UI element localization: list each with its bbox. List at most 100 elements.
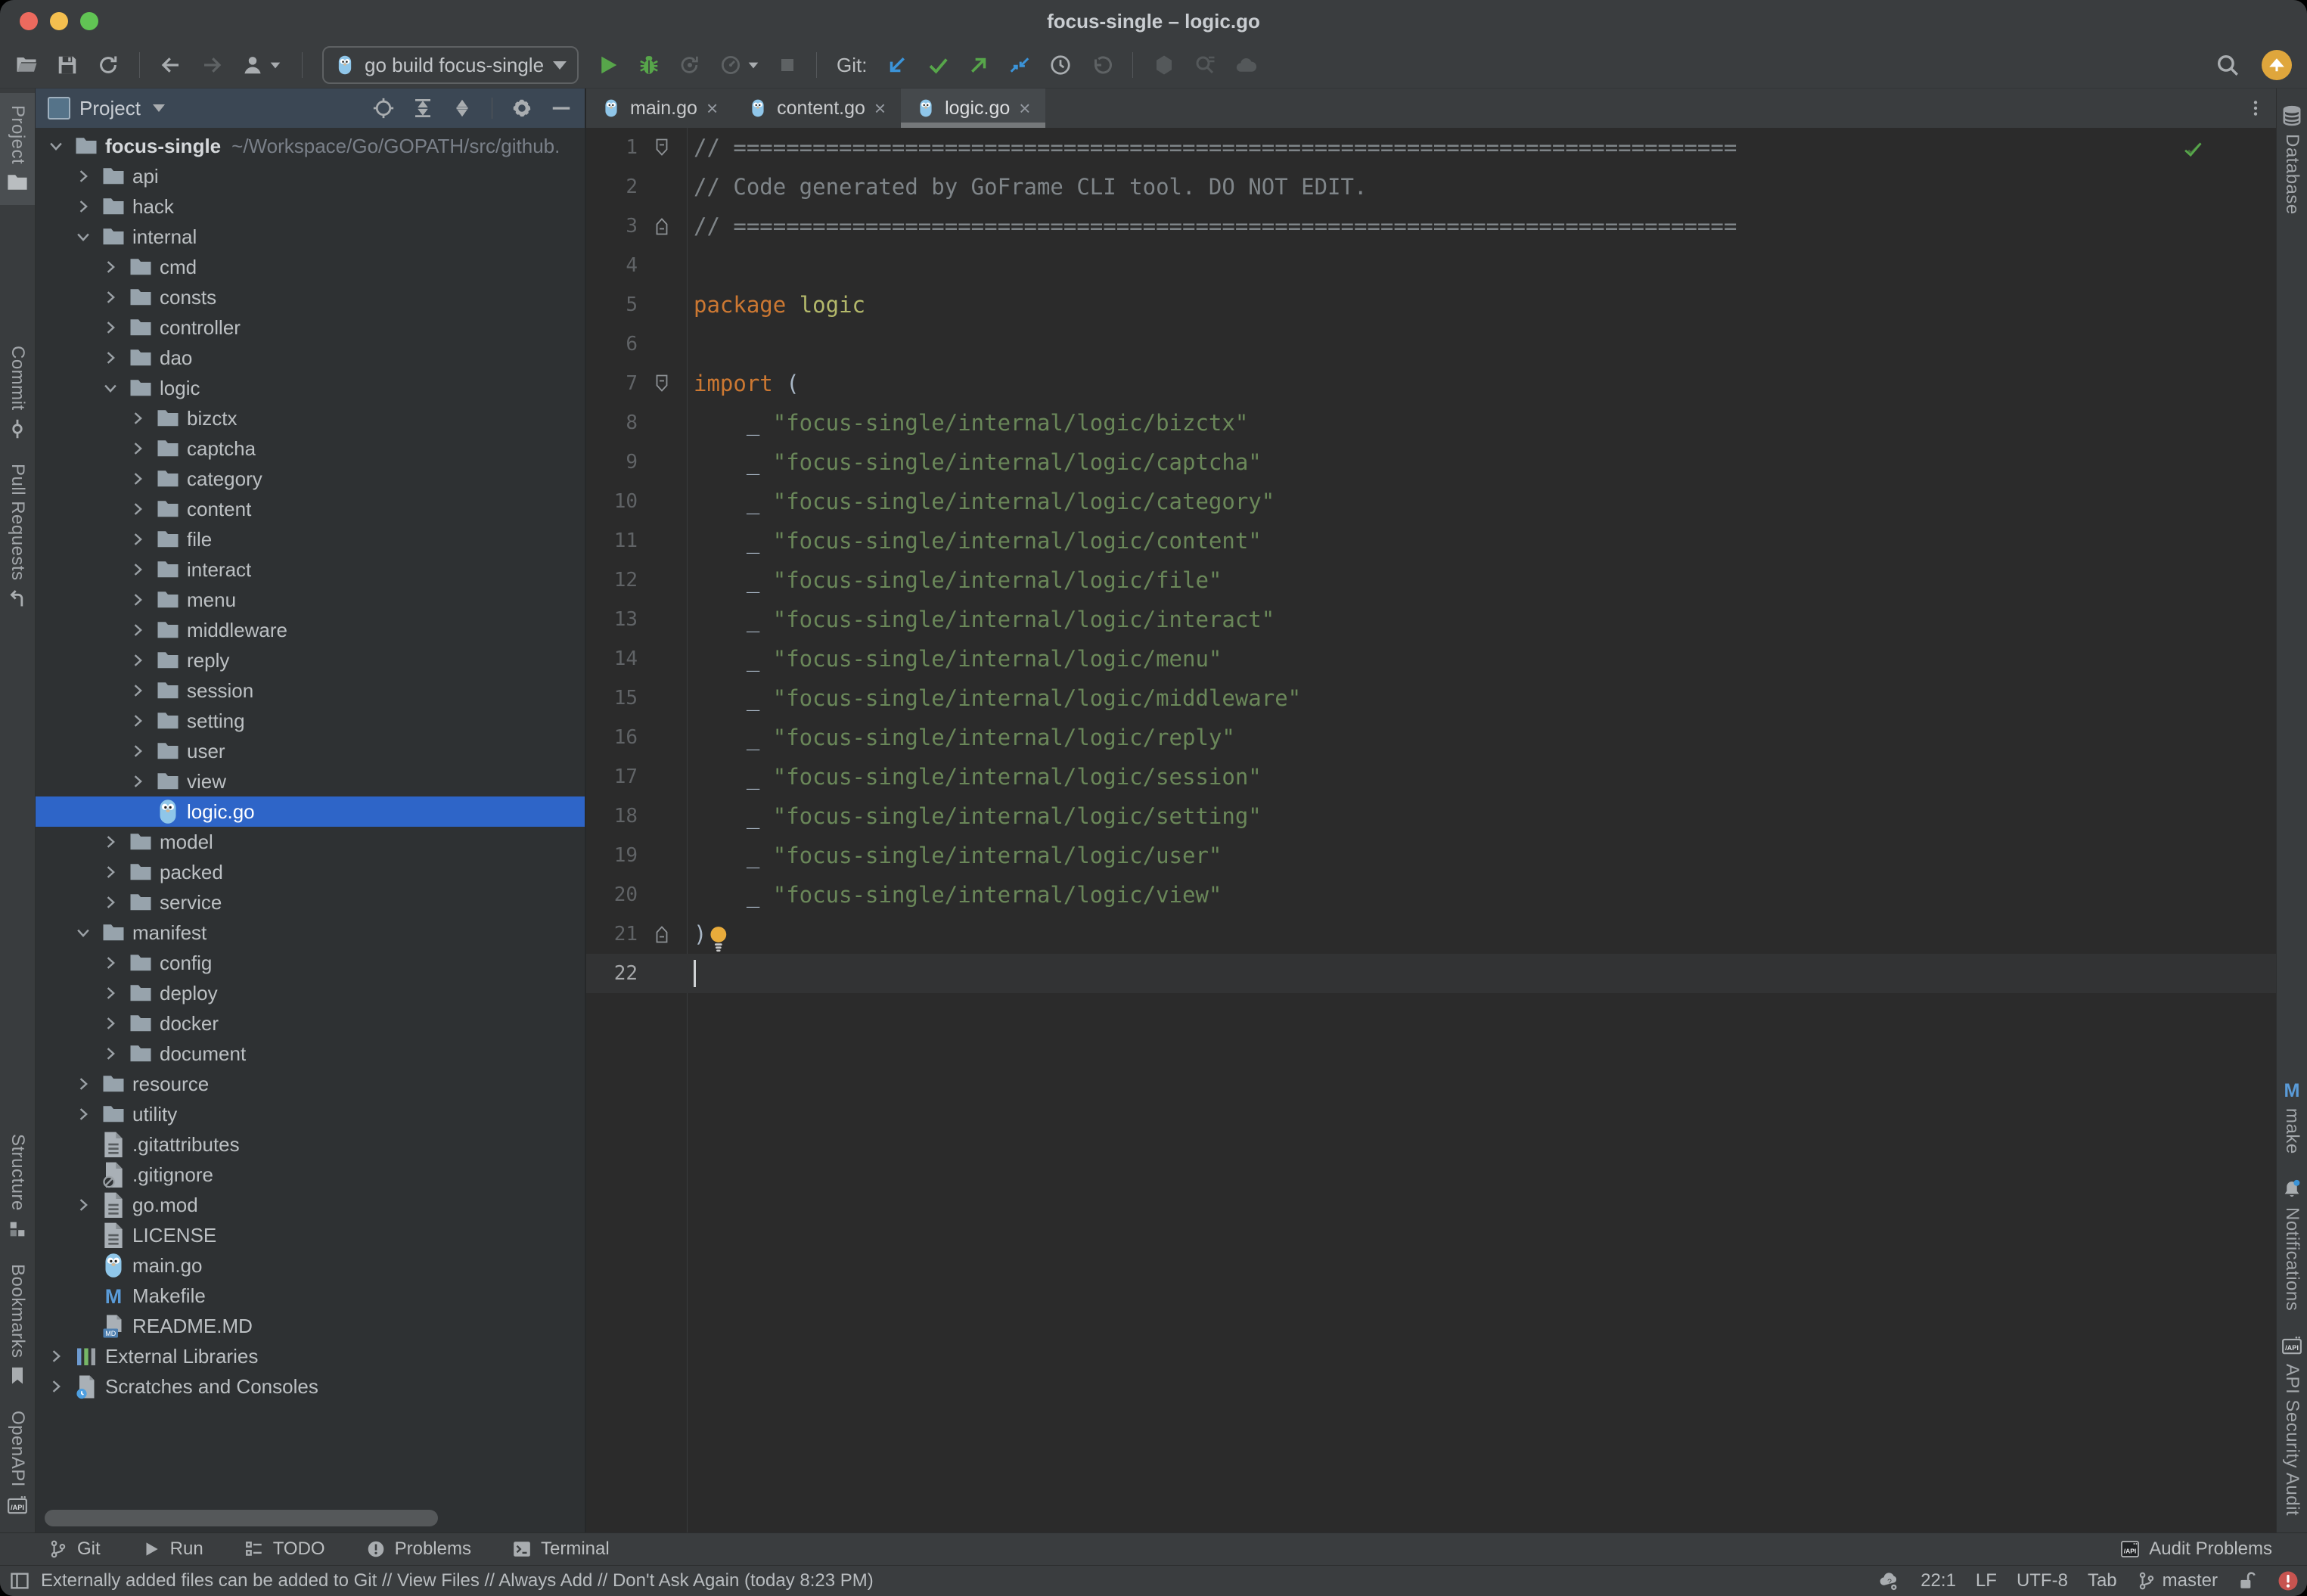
tool-window-button-openapi[interactable]: OpenAPI/API bbox=[0, 1399, 35, 1528]
chevron-down-icon[interactable] bbox=[75, 924, 102, 941]
tree-item-service[interactable]: service bbox=[36, 887, 585, 918]
code-line[interactable]: 16 _ "focus-single/internal/logic/reply" bbox=[586, 718, 2276, 757]
chevron-down-icon[interactable] bbox=[48, 138, 75, 154]
git-push-icon[interactable] bbox=[967, 54, 990, 76]
debug-button[interactable] bbox=[638, 54, 660, 76]
tree-item-makefile[interactable]: MMakefile bbox=[36, 1281, 585, 1311]
chevron-right-icon[interactable] bbox=[102, 864, 129, 880]
chevron-right-icon[interactable] bbox=[102, 289, 129, 306]
fold-marker-icon[interactable] bbox=[638, 924, 686, 944]
lock-icon[interactable] bbox=[2237, 1571, 2257, 1591]
code-line[interactable]: 17 _ "focus-single/internal/logic/sessio… bbox=[586, 757, 2276, 796]
back-icon[interactable] bbox=[160, 54, 182, 76]
caret-position[interactable]: 22:1 bbox=[1920, 1570, 1956, 1591]
open-icon[interactable] bbox=[15, 54, 38, 76]
tree-item-consts[interactable]: consts bbox=[36, 282, 585, 312]
chevron-down-icon[interactable] bbox=[75, 228, 102, 245]
code-line[interactable]: 11 _ "focus-single/internal/logic/conten… bbox=[586, 521, 2276, 560]
user-menu[interactable] bbox=[241, 54, 282, 76]
tool-window-button-notifications[interactable]: Notifications bbox=[2277, 1166, 2307, 1323]
tree-item-docker[interactable]: docker bbox=[36, 1008, 585, 1039]
close-window-button[interactable] bbox=[20, 12, 38, 30]
tree-item-.gitattributes[interactable]: .gitattributes bbox=[36, 1129, 585, 1160]
expand-all-icon[interactable] bbox=[411, 97, 434, 120]
git-merge-icon[interactable] bbox=[1008, 54, 1031, 76]
error-indicator-icon[interactable] bbox=[2277, 1570, 2299, 1592]
code-line[interactable]: 9 _ "focus-single/internal/logic/captcha… bbox=[586, 442, 2276, 482]
intention-bulb-icon[interactable] bbox=[708, 925, 729, 952]
tree-item-setting[interactable]: setting bbox=[36, 706, 585, 736]
tree-item-deploy[interactable]: deploy bbox=[36, 978, 585, 1008]
select-opened-file-icon[interactable] bbox=[372, 97, 395, 120]
tool-window-button-terminal[interactable]: Terminal bbox=[512, 1539, 610, 1560]
reload-icon[interactable] bbox=[97, 54, 120, 76]
code-line[interactable]: 1// ====================================… bbox=[586, 128, 2276, 167]
tree-item-.gitignore[interactable]: .gitignore bbox=[36, 1160, 585, 1190]
status-message[interactable]: Externally added files can be added to G… bbox=[41, 1570, 874, 1591]
profiler-menu[interactable] bbox=[719, 54, 760, 76]
tree-item-captcha[interactable]: captcha bbox=[36, 433, 585, 464]
code-line[interactable]: 8 _ "focus-single/internal/logic/bizctx" bbox=[586, 403, 2276, 442]
inspections-ok-icon[interactable] bbox=[2182, 138, 2203, 160]
tree-item-packed[interactable]: packed bbox=[36, 857, 585, 887]
chevron-right-icon[interactable] bbox=[129, 531, 157, 548]
chevron-right-icon[interactable] bbox=[129, 743, 157, 759]
tree-item-interact[interactable]: interact bbox=[36, 554, 585, 585]
chevron-right-icon[interactable] bbox=[129, 773, 157, 790]
cloud-settings-icon[interactable]: ? bbox=[1878, 1570, 1901, 1592]
forward-icon[interactable] bbox=[200, 54, 223, 76]
tree-item-go.mod[interactable]: go.mod bbox=[36, 1190, 585, 1220]
chevron-right-icon[interactable] bbox=[129, 561, 157, 578]
tree-item-file[interactable]: file bbox=[36, 524, 585, 554]
cloud-icon[interactable] bbox=[1234, 54, 1257, 76]
tree-item-controller[interactable]: controller bbox=[36, 312, 585, 343]
history-icon[interactable] bbox=[1049, 54, 1072, 76]
tool-window-button-audit-problems[interactable]: /APIAudit Problems bbox=[2120, 1539, 2272, 1560]
tree-item-config[interactable]: config bbox=[36, 948, 585, 978]
tree-item-readme.md[interactable]: MDREADME.MD bbox=[36, 1311, 585, 1341]
code-line[interactable]: 13 _ "focus-single/internal/logic/intera… bbox=[586, 600, 2276, 639]
fold-marker-icon[interactable] bbox=[638, 138, 686, 157]
tool-window-button-structure[interactable]: Structure bbox=[0, 1122, 35, 1252]
file-encoding[interactable]: UTF-8 bbox=[2017, 1570, 2068, 1591]
run-button[interactable] bbox=[597, 54, 619, 76]
tool-window-button-database[interactable]: Database bbox=[2277, 93, 2307, 227]
code-line[interactable]: 15 _ "focus-single/internal/logic/middle… bbox=[586, 678, 2276, 718]
chevron-right-icon[interactable] bbox=[102, 834, 129, 850]
close-tab-icon[interactable]: × bbox=[1019, 98, 1030, 118]
editor-tab-content-go[interactable]: content.go× bbox=[733, 88, 901, 128]
chevron-right-icon[interactable] bbox=[129, 440, 157, 457]
editor-tab-logic-go[interactable]: logic.go× bbox=[901, 88, 1045, 128]
close-tab-icon[interactable]: × bbox=[706, 98, 718, 118]
tool-window-button-problems[interactable]: Problems bbox=[366, 1539, 471, 1560]
tree-item-logic.go[interactable]: logic.go bbox=[36, 796, 585, 827]
tree-item-bizctx[interactable]: bizctx bbox=[36, 403, 585, 433]
chevron-right-icon[interactable] bbox=[102, 894, 129, 911]
chevron-right-icon[interactable] bbox=[129, 652, 157, 669]
code-line[interactable]: 12 _ "focus-single/internal/logic/file" bbox=[586, 560, 2276, 600]
fold-marker-icon[interactable] bbox=[638, 216, 686, 236]
code-line[interactable]: 10 _ "focus-single/internal/logic/catego… bbox=[586, 482, 2276, 521]
tree-item-resource[interactable]: resource bbox=[36, 1069, 585, 1099]
run-with-coverage-icon[interactable] bbox=[678, 54, 701, 76]
tree-item-middleware[interactable]: middleware bbox=[36, 615, 585, 645]
tree-item-focus-single[interactable]: focus-single~/Workspace/Go/GOPATH/src/gi… bbox=[36, 131, 585, 161]
editor-tab-main-go[interactable]: main.go× bbox=[586, 88, 733, 128]
chevron-down-icon[interactable] bbox=[102, 380, 129, 396]
code-line[interactable]: 19 _ "focus-single/internal/logic/user" bbox=[586, 836, 2276, 875]
tree-item-license[interactable]: LICENSE bbox=[36, 1220, 585, 1250]
code-line[interactable]: 14 _ "focus-single/internal/logic/menu" bbox=[586, 639, 2276, 678]
chevron-right-icon[interactable] bbox=[129, 622, 157, 638]
chevron-right-icon[interactable] bbox=[102, 955, 129, 971]
tab-options[interactable] bbox=[2246, 88, 2276, 128]
tree-item-internal[interactable]: internal bbox=[36, 222, 585, 252]
tool-window-button-pull-requests[interactable]: Pull Requests bbox=[0, 452, 35, 622]
tree-item-api[interactable]: api bbox=[36, 161, 585, 191]
tree-item-manifest[interactable]: manifest bbox=[36, 918, 585, 948]
chevron-right-icon[interactable] bbox=[75, 1197, 102, 1213]
tree-item-scratches-and-consoles[interactable]: Scratches and Consoles bbox=[36, 1371, 585, 1402]
tree-item-session[interactable]: session bbox=[36, 675, 585, 706]
chevron-right-icon[interactable] bbox=[75, 198, 102, 215]
code-editor[interactable]: 1// ====================================… bbox=[586, 128, 2276, 1532]
tree-item-utility[interactable]: utility bbox=[36, 1099, 585, 1129]
